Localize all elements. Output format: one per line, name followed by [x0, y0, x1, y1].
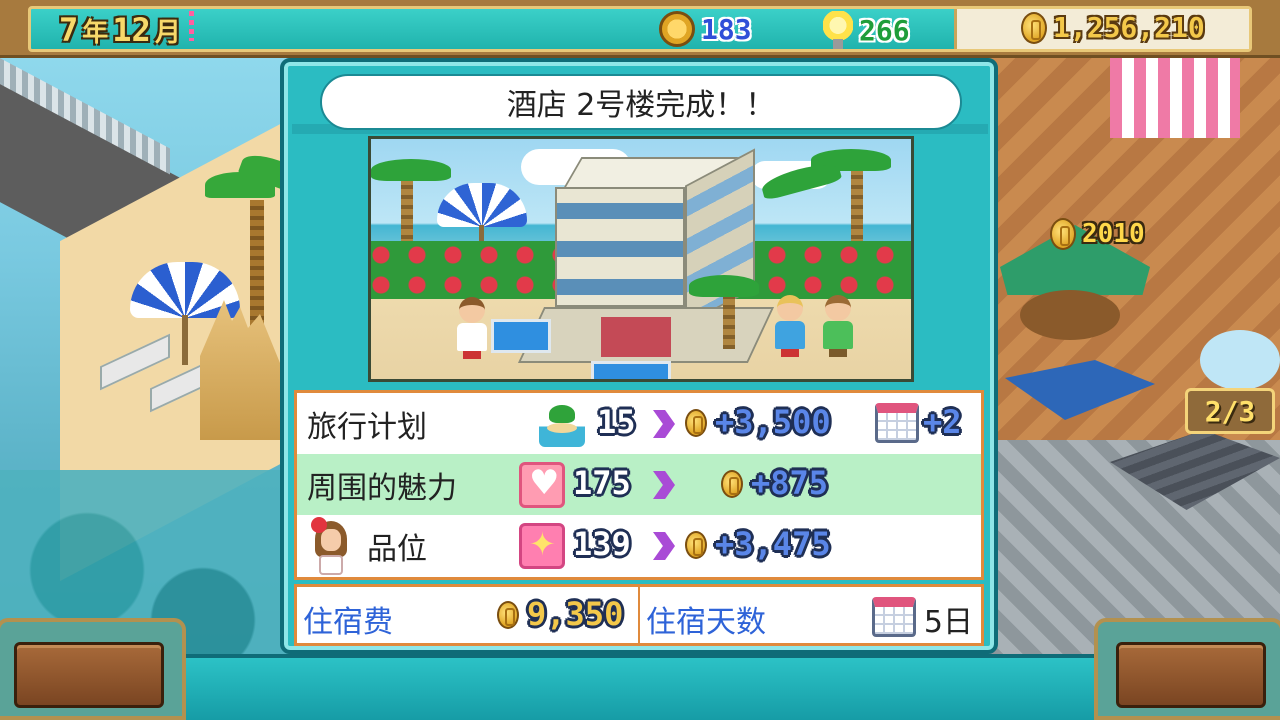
stat-bonus: +3,500	[715, 403, 831, 441]
sparkle-icon	[519, 523, 565, 569]
stat-bonus: +875	[751, 464, 829, 502]
arrow-right-icon	[653, 532, 675, 560]
lightbulb-icon	[823, 11, 853, 49]
stat-label: 旅行计划	[307, 409, 427, 445]
pink-shop-cart[interactable]	[1110, 58, 1240, 138]
character-body	[775, 321, 805, 349]
right-menu-button[interactable]	[1116, 642, 1266, 708]
progress-badge[interactable]: 2/3	[1185, 388, 1275, 434]
top-status-bar: 7 年 12 月 183 266 1,256,210	[0, 0, 1280, 58]
palm-tree	[723, 289, 735, 349]
date-progress-dots	[188, 11, 194, 41]
idea-counter[interactable]: 266	[823, 11, 910, 49]
stat-row-surrounding-appeal: 周围的魅力 175 +875	[297, 454, 981, 515]
character-legs	[781, 349, 799, 357]
right-corner-panel	[1094, 618, 1280, 720]
arrow-right-icon	[653, 471, 675, 499]
floating-coin-value: 2010	[1082, 219, 1145, 249]
lodging-fee-label: 住宿费	[303, 605, 393, 640]
stat-points: 15	[597, 403, 636, 441]
medal-counter[interactable]: 183	[659, 11, 752, 47]
stat-row-travel-plan: 旅行计划 15 +3,500 +2	[297, 393, 981, 454]
left-corner-panel	[0, 618, 186, 720]
calendar-icon	[875, 403, 919, 443]
pool	[591, 361, 671, 379]
coin-icon	[685, 409, 707, 437]
lodging-fee-cell: 住宿费 9,350	[297, 587, 638, 643]
character-head	[777, 295, 803, 321]
status-panel: 7 年 12 月 183 266 1,256,210	[28, 6, 1252, 52]
character-body	[457, 323, 487, 351]
bottom-menu-bar	[0, 654, 1280, 720]
guest-man-character	[819, 295, 855, 357]
medal-icon	[659, 11, 695, 47]
palm-leaves	[371, 159, 451, 181]
guest-girl-character	[453, 297, 489, 359]
dialog-title: 酒店 2号楼完成！！	[320, 74, 962, 130]
building-complete-dialog: 酒店 2号楼完成！！ 旅行计划 15 +3,500 +2 周围的魅力 ♥ 175…	[280, 58, 998, 654]
stay-days-value: 5日	[923, 605, 973, 640]
character-legs	[829, 349, 847, 357]
stats-table: 旅行计划 15 +3,500 +2 周围的魅力 175 +875 品位	[294, 390, 984, 580]
avatar-face	[321, 529, 341, 551]
coin-icon	[1021, 11, 1047, 44]
island-icon	[539, 401, 585, 447]
stat-label: 周围的魅力	[307, 470, 457, 506]
stat-points: 175	[573, 464, 631, 502]
floating-coin-popup: 2010	[1050, 218, 1145, 250]
game-date[interactable]: 7 年 12 月	[59, 11, 194, 49]
cafe-table	[1020, 290, 1120, 340]
hotel-front	[555, 187, 685, 307]
money-value: 1,256,210	[1053, 11, 1205, 44]
umbrella-pole	[182, 315, 188, 365]
character-legs	[463, 351, 481, 359]
coin-icon	[685, 531, 707, 559]
lodging-fee-value: 9,350	[527, 595, 624, 633]
medal-value: 183	[701, 12, 752, 46]
avatar-dress	[319, 555, 343, 575]
coin-icon	[721, 470, 743, 498]
heart-icon	[519, 462, 565, 508]
guest-avatar-icon	[311, 517, 351, 575]
idea-value: 266	[859, 13, 910, 47]
stat-label: 品位	[367, 531, 427, 567]
month-value: 12	[112, 11, 151, 49]
coin-icon	[497, 601, 519, 629]
stat-points: 139	[573, 525, 631, 563]
character-head	[459, 297, 485, 323]
palm-leaves	[689, 275, 759, 297]
coin-icon	[1050, 218, 1076, 250]
hotel-illustration	[368, 136, 914, 382]
fountain	[1200, 330, 1280, 390]
lodging-summary: 住宿费 9,350 住宿天数 5日	[294, 584, 984, 646]
left-menu-button[interactable]	[14, 642, 164, 708]
calendar-icon	[872, 597, 916, 637]
character-body	[823, 321, 853, 349]
stat-bonus: +3,475	[715, 525, 831, 563]
stat-row-taste: 品位 139 +3,475	[297, 515, 981, 576]
stay-days-label: 住宿天数	[646, 605, 766, 640]
year-value: 7	[59, 11, 79, 49]
arrow-right-icon	[653, 410, 675, 438]
stat-extra: +2	[923, 403, 962, 441]
hair-flower-icon	[311, 517, 327, 533]
pool	[491, 319, 551, 353]
beach-umbrella	[437, 183, 527, 227]
character-head	[825, 295, 851, 321]
money-counter[interactable]: 1,256,210	[1021, 11, 1205, 44]
hotel-building	[517, 148, 775, 367]
month-unit: 月	[154, 18, 181, 48]
hotel-door	[601, 317, 671, 357]
year-unit: 年	[82, 18, 109, 48]
stay-days-cell: 住宿天数 5日	[640, 587, 981, 643]
guest-woman-character	[771, 295, 807, 357]
